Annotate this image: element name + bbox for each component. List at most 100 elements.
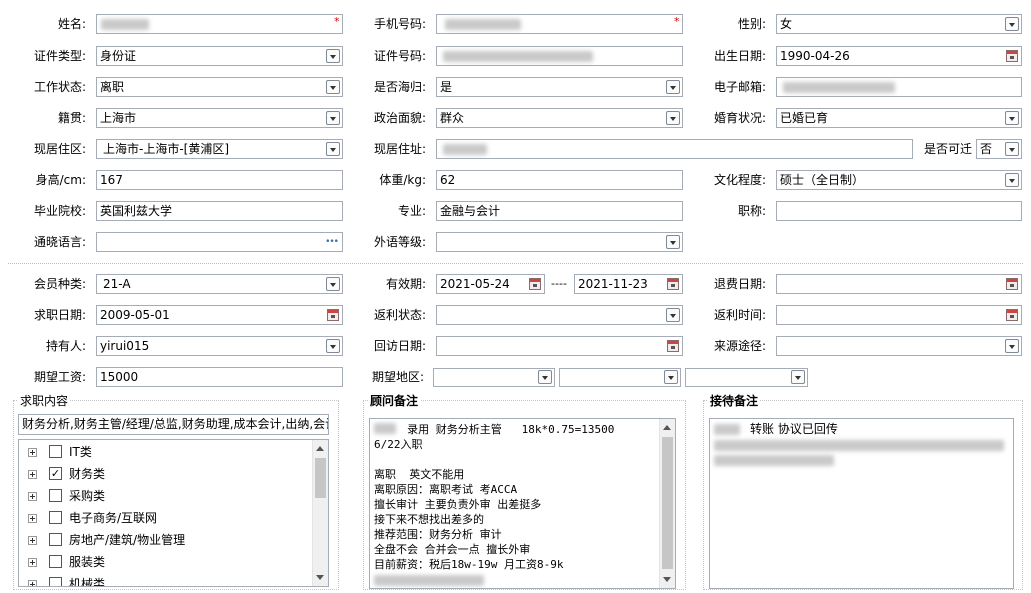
workstatus-select[interactable]: 离职: [96, 77, 343, 97]
tree-checkbox[interactable]: ✓: [49, 467, 62, 480]
scroll-thumb[interactable]: [315, 458, 326, 498]
mobile-field[interactable]: [436, 14, 683, 34]
political-select[interactable]: 群众: [436, 108, 683, 128]
tree-item[interactable]: 电子商务/互联网: [28, 508, 298, 528]
chevron-down-icon[interactable]: [326, 339, 340, 353]
calendar-icon[interactable]: [1006, 50, 1018, 62]
weight-field[interactable]: 62: [436, 170, 683, 190]
chevron-down-icon[interactable]: [326, 80, 340, 94]
residence-addr-field[interactable]: [436, 139, 913, 159]
tree-item-label: 服装类: [69, 555, 106, 569]
idno-field[interactable]: [436, 46, 683, 66]
expand-icon[interactable]: [28, 470, 37, 479]
tree-item[interactable]: 机械类: [28, 574, 298, 586]
tree-checkbox[interactable]: [49, 533, 62, 546]
tree-checkbox[interactable]: [49, 445, 62, 458]
scroll-up-arrow[interactable]: [316, 446, 324, 451]
birth-date-field[interactable]: 1990-04-26: [776, 46, 1022, 66]
chevron-down-icon[interactable]: [1005, 173, 1019, 187]
tree-checkbox[interactable]: [49, 489, 62, 502]
chevron-down-icon[interactable]: [791, 370, 805, 384]
job-category-tree[interactable]: IT类 ✓ 财务类 采购类 电子商务/互联网 房地产/建筑/物业管理服装类机械类: [18, 439, 329, 587]
expand-icon[interactable]: [28, 558, 37, 567]
marital-select[interactable]: 已婚已育: [776, 108, 1022, 128]
member-type-select[interactable]: 21-A: [96, 274, 343, 294]
notes-scrollbar[interactable]: [659, 419, 675, 588]
tree-item[interactable]: 服装类: [28, 552, 298, 572]
title-field[interactable]: [776, 201, 1022, 221]
school-field[interactable]: 英国利兹大学: [96, 201, 343, 221]
rebate-time-field[interactable]: [776, 305, 1022, 325]
rebate-status-select[interactable]: [436, 305, 683, 325]
scroll-up-arrow[interactable]: [663, 425, 671, 430]
tree-checkbox[interactable]: [49, 511, 62, 524]
scroll-down-arrow[interactable]: [663, 577, 671, 582]
gender-select[interactable]: 女: [776, 14, 1022, 34]
chevron-down-icon[interactable]: [666, 235, 680, 249]
refund-date-field[interactable]: [776, 274, 1022, 294]
chevron-down-icon[interactable]: [666, 80, 680, 94]
chevron-down-icon[interactable]: [664, 370, 678, 384]
reception-notes-textarea[interactable]: 转账 协议已回传: [709, 418, 1014, 589]
expand-icon[interactable]: [28, 580, 37, 586]
chevron-down-icon[interactable]: [1005, 142, 1019, 156]
region-province-select[interactable]: [433, 368, 555, 387]
job-summary-field[interactable]: 财务分析,财务主管/经理/总监,财务助理,成本会计,出纳,会计: [18, 414, 329, 435]
returnee-select[interactable]: 是: [436, 77, 683, 97]
native-select[interactable]: 上海市: [96, 108, 343, 128]
tree-item[interactable]: IT类: [28, 442, 298, 462]
chevron-down-icon[interactable]: [326, 111, 340, 125]
chevron-down-icon[interactable]: [326, 277, 340, 291]
scroll-down-arrow[interactable]: [316, 575, 324, 580]
chevron-down-icon[interactable]: [666, 308, 680, 322]
chevron-down-icon[interactable]: [326, 49, 340, 63]
chevron-down-icon[interactable]: [1005, 111, 1019, 125]
expand-icon[interactable]: [28, 448, 37, 457]
calendar-icon[interactable]: [529, 278, 541, 290]
jobseek-date-field[interactable]: 2009-05-01: [96, 305, 343, 325]
valid-to-field[interactable]: 2021-11-23: [574, 274, 683, 294]
language-field[interactable]: •••: [96, 232, 343, 252]
consultant-notes-textarea[interactable]: 录用 财务分析主管 18k*0.75=13500 6/22入职 离职 英文不能用…: [369, 418, 676, 589]
idtype-select[interactable]: 身份证: [96, 46, 343, 66]
major-field[interactable]: 金融与会计: [436, 201, 683, 221]
chevron-down-icon[interactable]: [1005, 17, 1019, 31]
foreign-level-select[interactable]: [436, 232, 683, 252]
revisit-date-field[interactable]: [436, 336, 683, 356]
chevron-down-icon[interactable]: [666, 111, 680, 125]
chevron-down-icon[interactable]: [326, 142, 340, 156]
residence-area-select[interactable]: 上海市-上海市-[黄浦区]: [96, 139, 343, 159]
salary-field[interactable]: 15000: [96, 367, 343, 387]
tree-item[interactable]: 房地产/建筑/物业管理: [28, 530, 298, 550]
calendar-icon[interactable]: [327, 309, 339, 321]
source-select[interactable]: [776, 336, 1022, 356]
height-field[interactable]: 167: [96, 170, 343, 190]
calendar-icon[interactable]: [667, 340, 679, 352]
valid-from-field[interactable]: 2021-05-24: [436, 274, 545, 294]
tree-scrollbar[interactable]: [312, 440, 328, 586]
chevron-down-icon[interactable]: [538, 370, 552, 384]
email-field[interactable]: [776, 77, 1022, 97]
expand-icon[interactable]: [28, 536, 37, 545]
relocate-select[interactable]: 否: [976, 139, 1022, 159]
chevron-down-icon[interactable]: [1005, 339, 1019, 353]
expand-icon[interactable]: [28, 492, 37, 501]
salary-label: 期望工资:: [33, 370, 86, 384]
holder-select[interactable]: yirui015: [96, 336, 343, 356]
scroll-thumb[interactable]: [662, 437, 673, 569]
tree-checkbox[interactable]: [49, 577, 62, 586]
tree-item[interactable]: 采购类: [28, 486, 298, 506]
name-field[interactable]: [96, 14, 343, 34]
more-icon[interactable]: •••: [325, 233, 339, 251]
tree-item[interactable]: ✓ 财务类: [28, 464, 298, 484]
expand-icon[interactable]: [28, 514, 37, 523]
rebate-status-label: 返利状态:: [373, 308, 426, 322]
calendar-icon[interactable]: [1006, 309, 1018, 321]
region-city-select[interactable]: [559, 368, 681, 387]
idno-label: 证件号码:: [373, 49, 426, 63]
calendar-icon[interactable]: [1006, 278, 1018, 290]
tree-checkbox[interactable]: [49, 555, 62, 568]
region-district-select[interactable]: [685, 368, 808, 387]
calendar-icon[interactable]: [667, 278, 679, 290]
education-select[interactable]: 硕士（全日制）: [776, 170, 1022, 190]
